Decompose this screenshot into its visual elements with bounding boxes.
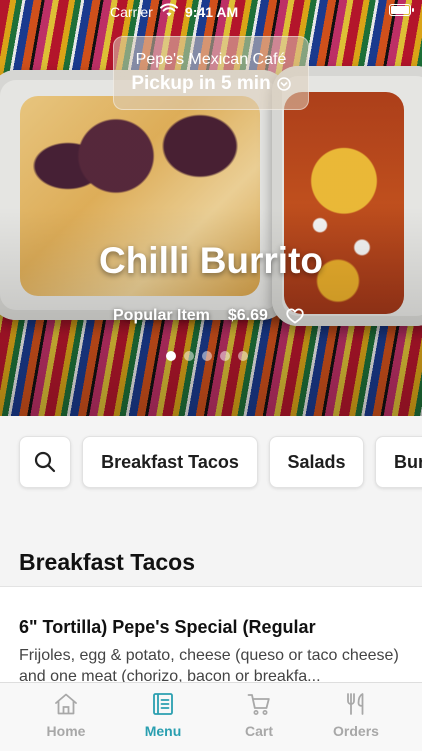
popular-tag: Popular Item: [113, 307, 210, 324]
cart-icon: [247, 694, 270, 715]
tab-orders[interactable]: Orders: [311, 691, 401, 745]
featured-item-title[interactable]: Chilli Burrito: [0, 240, 422, 282]
heart-icon[interactable]: [286, 308, 304, 324]
carousel-dot[interactable]: [238, 351, 248, 361]
carousel-dot[interactable]: [202, 351, 212, 361]
section-title: Breakfast Tacos: [19, 549, 195, 575]
carrier-label: Carrier: [110, 4, 153, 20]
menu-item[interactable]: 6" Tortilla) Pepe's Special (Regular Fri…: [0, 587, 422, 685]
home-icon: [55, 693, 77, 715]
tab-home[interactable]: Home: [21, 691, 111, 745]
category-bar: Breakfast Tacos Salads Bur: [0, 416, 422, 508]
carousel-dot[interactable]: [184, 351, 194, 361]
store-selector[interactable]: Pepe's Mexican Café Pickup in 5 min: [113, 36, 309, 110]
carousel-dot[interactable]: [166, 351, 176, 361]
category-chip-salads[interactable]: Salads: [269, 436, 364, 488]
wifi-icon: [160, 3, 178, 17]
store-name: Pepe's Mexican Café: [135, 51, 287, 68]
search-icon: [34, 451, 56, 473]
clock: 9:41 AM: [185, 4, 239, 20]
tab-cart[interactable]: Cart: [214, 691, 304, 745]
tab-bar: Home Menu Cart Orders: [0, 682, 422, 751]
carousel-dot[interactable]: [220, 351, 230, 361]
pickup-time-row: Pickup in 5 min: [114, 73, 308, 95]
tab-home-label: Home: [46, 723, 86, 739]
featured-item-meta: Popular Item $6.69: [113, 305, 304, 327]
battery-icon: [389, 4, 414, 16]
menu-item-description: Frijoles, egg & potato, cheese (queso or…: [19, 647, 399, 685]
featured-item-price: $6.69: [227, 307, 268, 324]
menu-item-name: 6" Tortilla) Pepe's Special (Regular: [19, 617, 316, 637]
tab-menu[interactable]: Menu: [118, 691, 208, 745]
tab-cart-label: Cart: [244, 723, 273, 739]
status-bar: Carrier 9:41 AM: [0, 0, 422, 24]
tab-menu-label: Menu: [144, 723, 182, 739]
fork-knife-icon: [347, 693, 364, 715]
carousel-dots: [166, 351, 248, 361]
category-chip-breakfast-tacos[interactable]: Breakfast Tacos: [82, 436, 258, 488]
pickup-time-label: Pickup in 5 min: [131, 73, 271, 94]
category-chip-burritos[interactable]: Bur: [375, 436, 422, 488]
search-button[interactable]: [19, 436, 71, 488]
menu-book-icon: [153, 693, 173, 715]
chevron-down-circle-icon: [276, 77, 291, 91]
tab-orders-label: Orders: [333, 723, 379, 739]
